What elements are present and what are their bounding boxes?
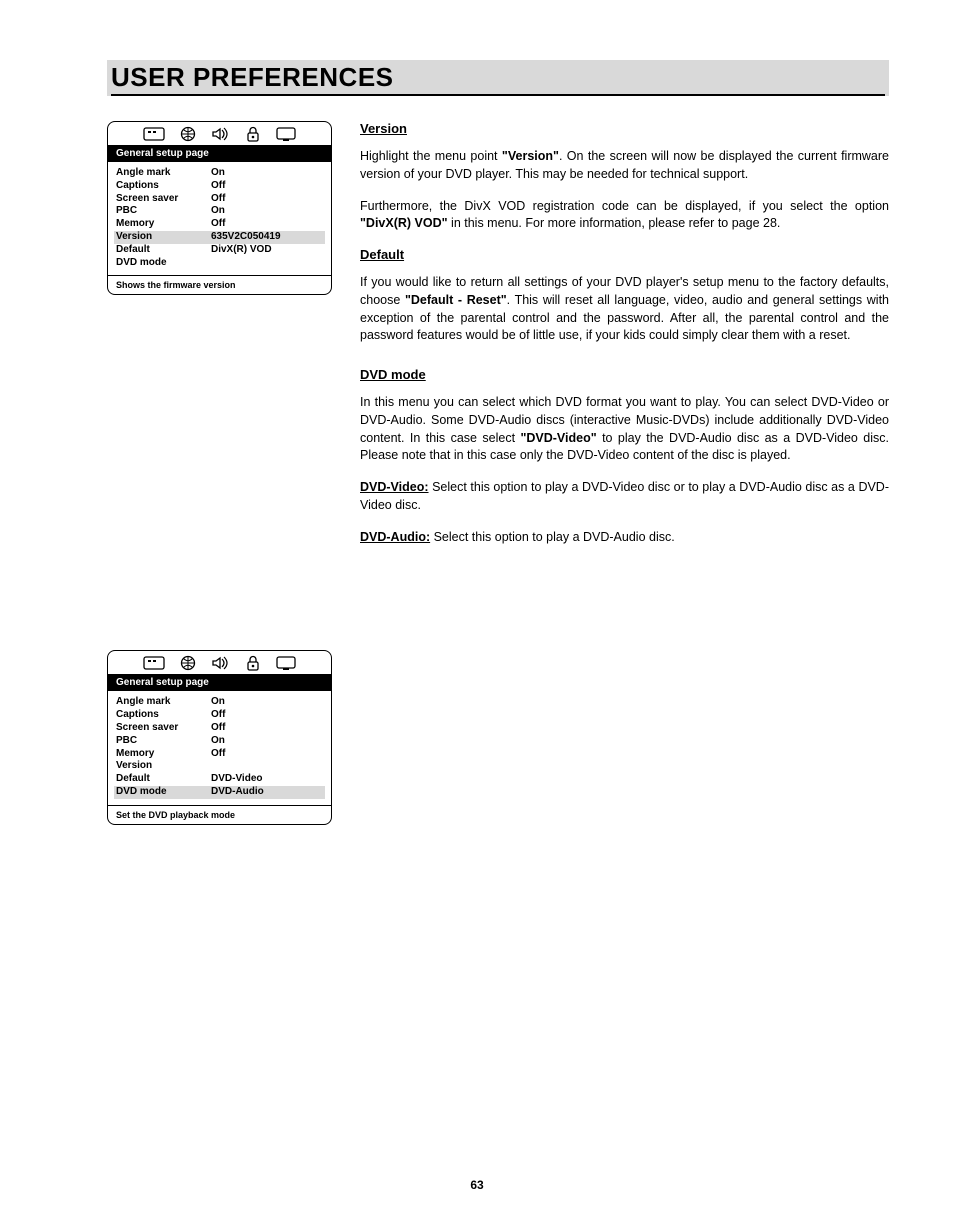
globe-icon — [180, 126, 196, 142]
heading-dvdmode: DVD mode — [360, 367, 889, 382]
lock-icon — [246, 126, 260, 142]
osd-row: Screen saverOff — [116, 722, 323, 735]
osd-row: DefaultDVD-Video — [116, 773, 323, 786]
osd-value: Off — [211, 180, 323, 193]
osd-label: Screen saver — [116, 722, 211, 735]
speaker-icon — [211, 655, 231, 671]
osd-value: On — [211, 735, 323, 748]
text-bold-underline: DVD-Video: — [360, 480, 429, 494]
osd-title: General setup page — [108, 145, 331, 162]
paragraph: In this menu you can select which DVD fo… — [360, 394, 889, 465]
text: Furthermore, the DivX VOD registration c… — [360, 199, 889, 213]
osd-label: Default — [116, 244, 211, 257]
osd-icon-row — [108, 122, 331, 145]
osd-label: Default — [116, 773, 211, 786]
paragraph: DVD-Audio: Select this option to play a … — [360, 529, 889, 547]
osd-label: DVD mode — [116, 257, 211, 270]
heading-default: Default — [360, 247, 889, 262]
display-icon — [275, 126, 297, 142]
speaker-icon — [211, 126, 231, 142]
osd-label: Memory — [116, 218, 211, 231]
osd-value: On — [211, 696, 323, 709]
osd-value: DVD-Audio — [211, 786, 323, 799]
osd-row: DefaultDivX(R) VOD — [116, 244, 323, 257]
osd-row: DVD mode — [116, 257, 323, 270]
text-bold: "DVD-Video" — [520, 431, 596, 445]
page-title: USER PREFERENCES — [111, 62, 885, 96]
osd-value — [211, 257, 323, 270]
osd-label: Angle mark — [116, 696, 211, 709]
osd-value: Off — [211, 722, 323, 735]
osd-row: MemoryOff — [116, 748, 323, 761]
osd-value — [211, 760, 323, 773]
heading-version: Version — [360, 121, 889, 136]
osd-label: Version — [116, 231, 211, 244]
osd-row: MemoryOff — [116, 218, 323, 231]
osd-label: Captions — [116, 709, 211, 722]
osd-value: DivX(R) VOD — [211, 244, 323, 257]
settings-icon — [143, 126, 165, 142]
osd-body: Angle markOn CaptionsOff Screen saverOff… — [108, 691, 331, 804]
text: Select this option to play a DVD-Video d… — [360, 480, 889, 512]
text: Select this option to play a DVD-Audio d… — [430, 530, 675, 544]
osd-value: 635V2C050419 — [211, 231, 323, 244]
text-bold: "DivX(R) VOD" — [360, 216, 448, 230]
page-number: 63 — [0, 1178, 954, 1192]
osd-label: Angle mark — [116, 167, 211, 180]
osd-title: General setup page — [108, 674, 331, 691]
paragraph: If you would like to return all settings… — [360, 274, 889, 345]
osd-label: Version — [116, 760, 211, 773]
text: Highlight the menu point — [360, 149, 502, 163]
osd-body: Angle markOn CaptionsOff Screen saverOff… — [108, 162, 331, 275]
text-bold: "Version" — [502, 149, 559, 163]
osd-dvdmode-box: General setup page Angle markOn Captions… — [107, 650, 332, 824]
title-bar: USER PREFERENCES — [107, 60, 889, 96]
osd-value: Off — [211, 218, 323, 231]
osd-row: PBCOn — [116, 735, 323, 748]
spacer — [107, 317, 332, 650]
lock-icon — [246, 655, 260, 671]
osd-row-selected: DVD modeDVD-Audio — [114, 786, 325, 799]
osd-value: Off — [211, 193, 323, 206]
osd-version-box: General setup page Angle markOn Captions… — [107, 121, 332, 295]
paragraph: DVD-Video: Select this option to play a … — [360, 479, 889, 515]
osd-row: Angle markOn — [116, 167, 323, 180]
osd-label: PBC — [116, 735, 211, 748]
osd-row: CaptionsOff — [116, 180, 323, 193]
main-columns: General setup page Angle markOn Captions… — [107, 121, 889, 847]
osd-label: Captions — [116, 180, 211, 193]
text-bold-underline: DVD-Audio: — [360, 530, 430, 544]
paragraph: Highlight the menu point "Version". On t… — [360, 148, 889, 184]
osd-footer: Shows the firmware version — [108, 275, 331, 294]
osd-row: Version — [116, 760, 323, 773]
globe-icon — [180, 655, 196, 671]
osd-row: CaptionsOff — [116, 709, 323, 722]
osd-row: Angle markOn — [116, 696, 323, 709]
osd-label: PBC — [116, 205, 211, 218]
text: in this menu. For more information, plea… — [448, 216, 781, 230]
osd-row: PBCOn — [116, 205, 323, 218]
osd-label: Screen saver — [116, 193, 211, 206]
osd-value: On — [211, 167, 323, 180]
paragraph: Furthermore, the DivX VOD registration c… — [360, 198, 889, 234]
settings-icon — [143, 655, 165, 671]
osd-value: Off — [211, 709, 323, 722]
osd-value: DVD-Video — [211, 773, 323, 786]
osd-value: On — [211, 205, 323, 218]
osd-row-selected: Version635V2C050419 — [114, 231, 325, 244]
left-column: General setup page Angle markOn Captions… — [107, 121, 332, 847]
text-bold: "Default - Reset" — [405, 293, 507, 307]
osd-value: Off — [211, 748, 323, 761]
osd-label: Memory — [116, 748, 211, 761]
osd-label: DVD mode — [116, 786, 211, 799]
osd-icon-row — [108, 651, 331, 674]
display-icon — [275, 655, 297, 671]
right-column: Version Highlight the menu point "Versio… — [360, 121, 889, 847]
osd-row: Screen saverOff — [116, 193, 323, 206]
osd-footer: Set the DVD playback mode — [108, 805, 331, 824]
